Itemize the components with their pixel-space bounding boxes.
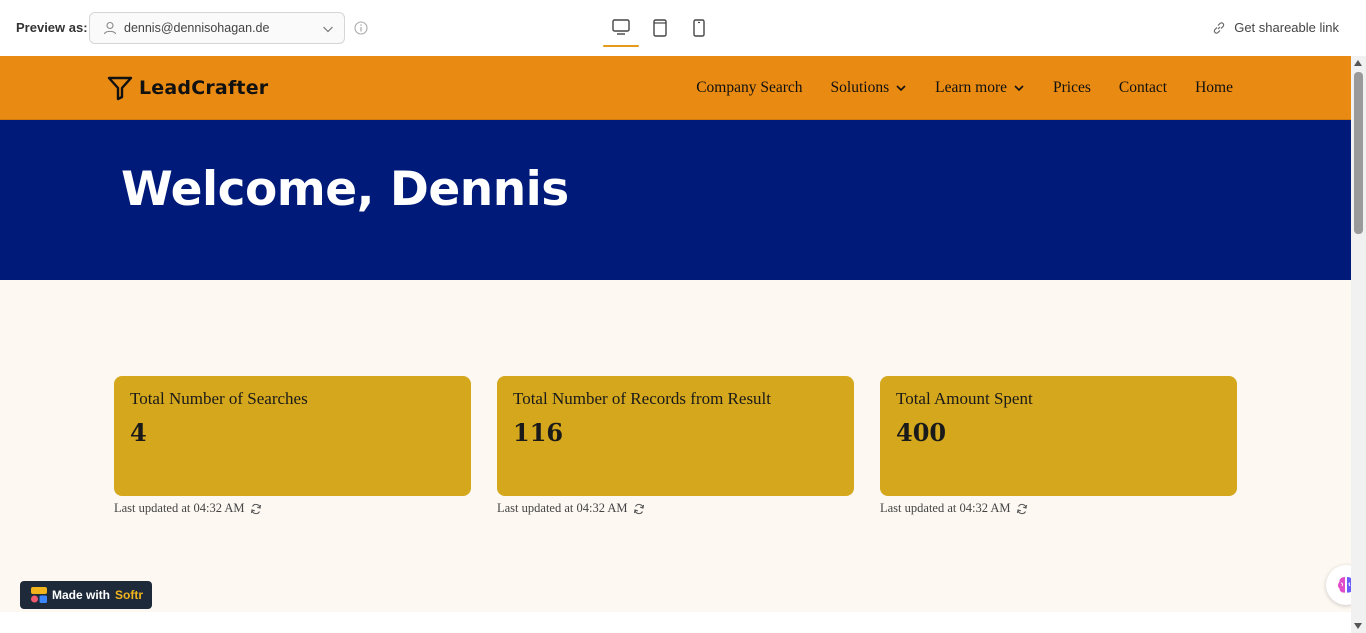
stat-card-value: 4 <box>130 418 147 447</box>
badge-prefix: Made with <box>52 588 111 602</box>
link-icon <box>1214 21 1225 34</box>
stat-card-value: 400 <box>896 418 947 447</box>
last-updated-text: Last updated at 04:32 AM <box>880 501 1011 515</box>
stat-card-title: Total Amount Spent <box>896 389 1033 408</box>
user-icon <box>103 21 117 35</box>
nav-item-home[interactable]: Home <box>1195 79 1233 97</box>
stat-card-searches: Total Number of Searches 4 <box>114 376 471 496</box>
nav-item-learn-more[interactable]: Learn more <box>935 79 1025 97</box>
welcome-heading: Welcome, Dennis <box>121 162 569 217</box>
tablet-icon <box>653 19 667 37</box>
last-updated-text: Last updated at 04:32 AM <box>497 501 628 515</box>
refresh-icon[interactable] <box>1016 503 1028 515</box>
preview-label: Preview as: <box>16 20 88 35</box>
main-menu: Company Search Solutions Learn more Pric… <box>696 79 1233 97</box>
site-navbar: LeadCrafter Company Search Solutions Lea… <box>0 56 1351 120</box>
stat-updated-searches: Last updated at 04:32 AM <box>114 501 262 516</box>
stat-updated-amount-spent: Last updated at 04:32 AM <box>880 501 1028 516</box>
scrollbar-thumb[interactable] <box>1354 72 1363 234</box>
stat-card-amount-spent: Total Amount Spent 400 <box>880 376 1237 496</box>
badge-brand: Softr <box>115 588 144 602</box>
stat-card-value: 116 <box>513 418 564 447</box>
nav-item-label: Learn more <box>935 79 1007 96</box>
softr-logo-icon <box>31 587 47 603</box>
nav-item-contact[interactable]: Contact <box>1119 79 1167 97</box>
scroll-up-arrow[interactable] <box>1354 60 1362 66</box>
nav-item-label: Contact <box>1118 79 1168 96</box>
last-updated-text: Last updated at 04:32 AM <box>114 501 245 515</box>
nav-item-company-search[interactable]: Company Search <box>696 79 802 97</box>
chevron-down-icon <box>323 26 333 33</box>
refresh-icon[interactable] <box>633 503 645 515</box>
stat-card-records: Total Number of Records from Result 116 <box>497 376 854 496</box>
share-link-label: Get shareable link <box>1234 20 1339 35</box>
nav-item-label: Home <box>1195 79 1233 96</box>
preview-user-select[interactable]: dennis@dennisohagan.de <box>89 12 345 44</box>
stat-card-title: Total Number of Searches <box>130 389 308 408</box>
preview-toolbar: Preview as: dennis@dennisohagan.de Get s… <box>0 0 1366 56</box>
nav-item-label: Solutions <box>830 79 890 96</box>
stat-updated-records: Last updated at 04:32 AM <box>497 501 645 516</box>
stat-card-title: Total Number of Records from Result <box>513 389 772 408</box>
info-icon[interactable] <box>354 21 368 35</box>
chevron-down-icon <box>896 85 906 92</box>
nav-item-solutions[interactable]: Solutions <box>831 79 908 97</box>
nav-item-prices[interactable]: Prices <box>1053 79 1091 97</box>
scroll-down-arrow[interactable] <box>1354 623 1362 629</box>
made-with-softr-badge[interactable]: Made with Softr <box>20 581 153 609</box>
brand-logo[interactable]: LeadCrafter <box>107 75 268 101</box>
chevron-down-icon <box>1014 85 1024 92</box>
desktop-view-button[interactable] <box>603 17 639 47</box>
nav-item-label: Prices <box>1053 79 1091 96</box>
mobile-icon <box>693 19 705 37</box>
mobile-view-button[interactable] <box>681 17 717 47</box>
hero-banner: Welcome, Dennis <box>0 120 1351 280</box>
funnel-icon <box>107 76 133 101</box>
share-link-button[interactable]: Get shareable link <box>1212 20 1339 35</box>
brand-name: LeadCrafter <box>139 77 269 99</box>
desktop-icon <box>612 19 630 35</box>
preview-user-value: dennis@dennisohagan.de <box>124 21 270 35</box>
page-scrollbar[interactable] <box>1351 56 1366 633</box>
tablet-view-button[interactable] <box>642 17 678 47</box>
refresh-icon[interactable] <box>250 503 262 515</box>
site-preview: LeadCrafter Company Search Solutions Lea… <box>0 56 1351 612</box>
nav-item-label: Company Search <box>696 79 803 96</box>
